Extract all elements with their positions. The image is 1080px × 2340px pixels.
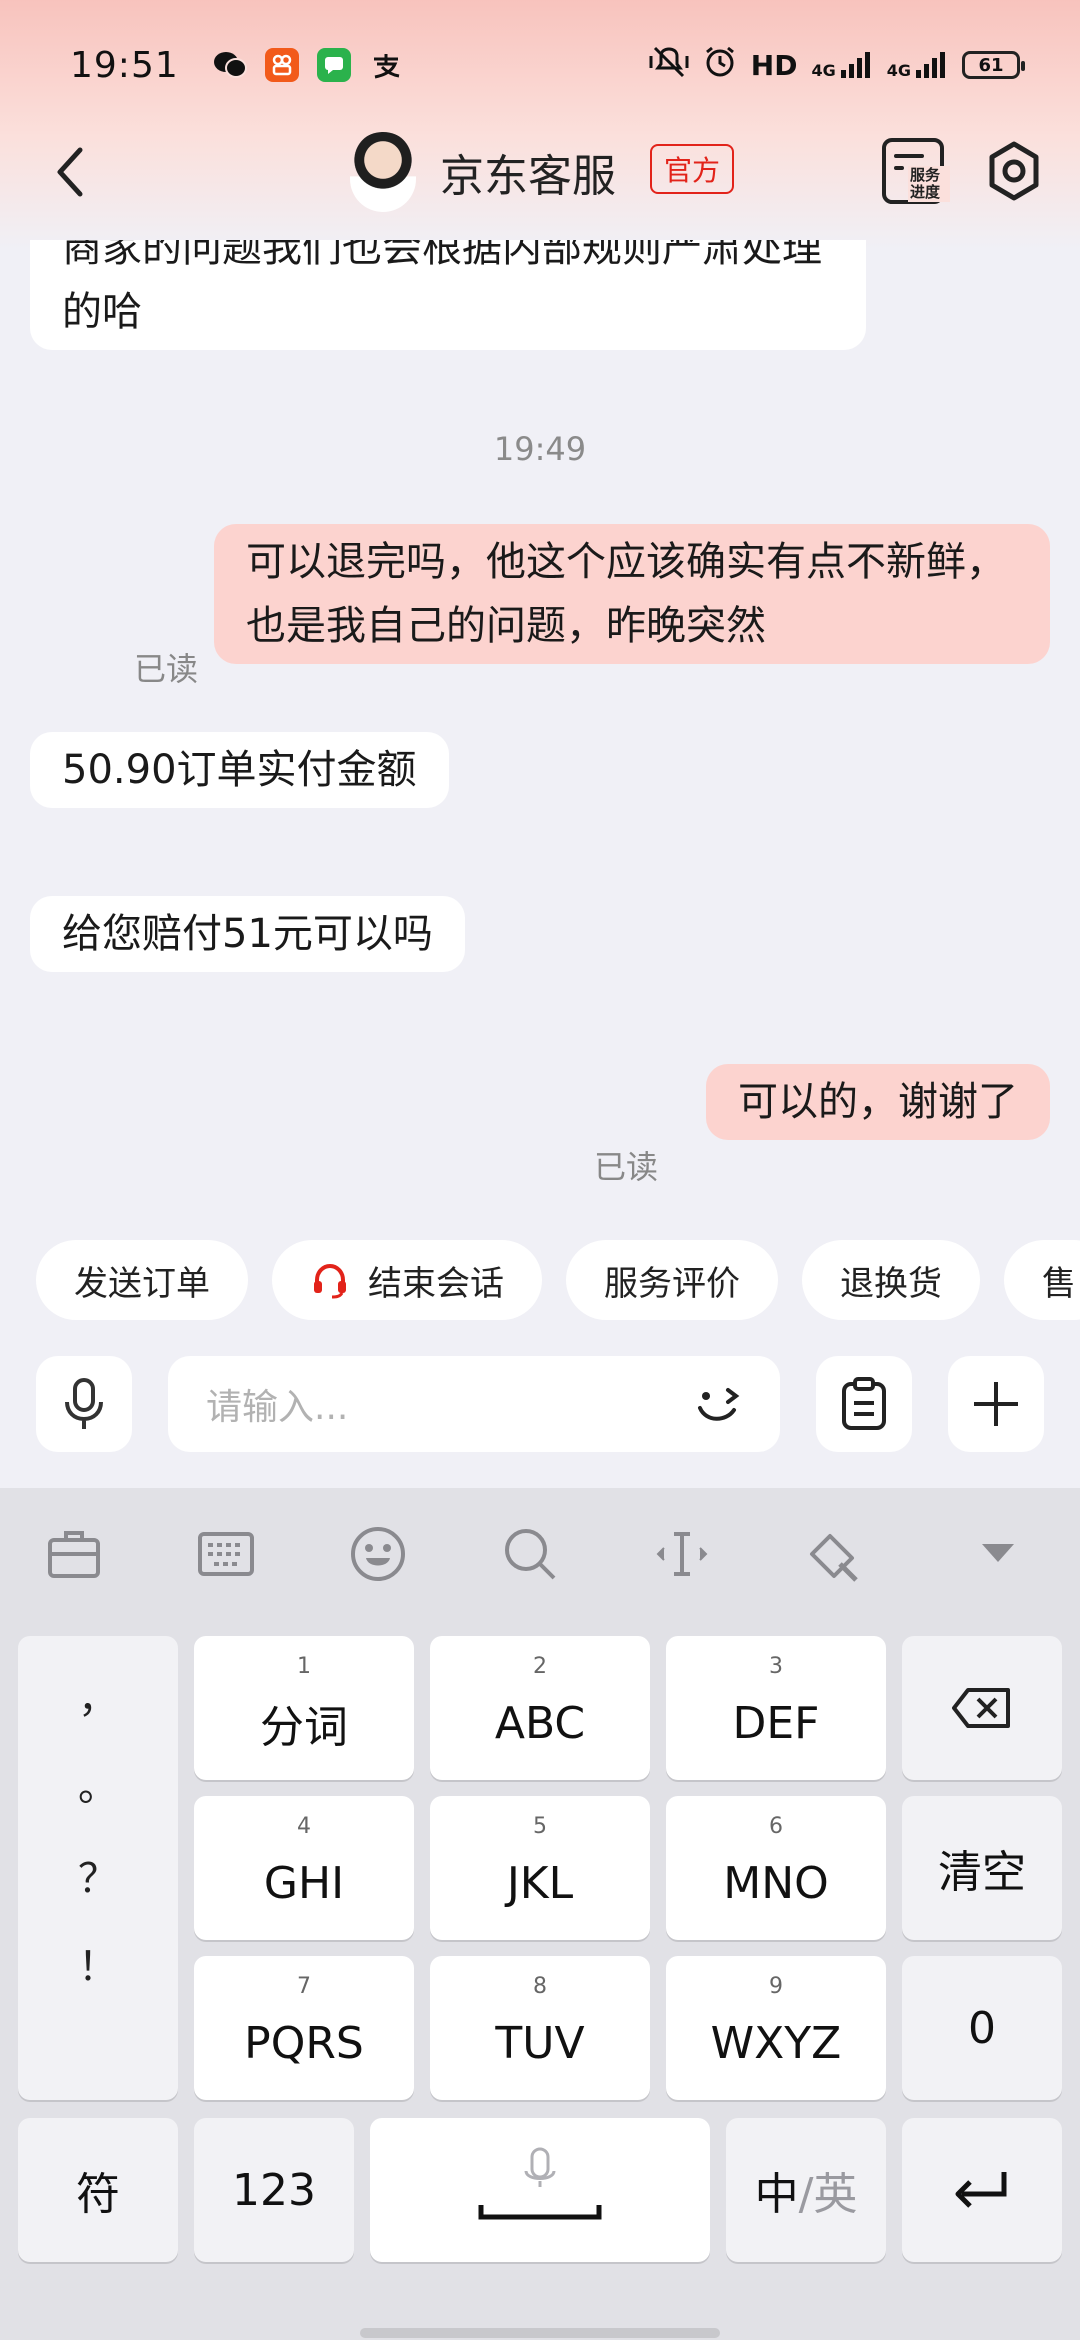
collapse-keyboard-icon[interactable]	[968, 1524, 1028, 1584]
emoji-icon[interactable]	[348, 1524, 408, 1584]
status-time: 19:51	[70, 44, 179, 86]
read-status: 已读	[134, 650, 199, 688]
cursor-move-icon[interactable]	[652, 1524, 712, 1584]
wink-face-icon	[698, 1388, 740, 1421]
video-app-icon	[264, 48, 299, 82]
read-status: 已读	[594, 1148, 659, 1186]
key-4-ghi[interactable]: 4 GHI	[194, 1796, 414, 1940]
agent-avatar[interactable]	[350, 132, 416, 212]
search-icon[interactable]	[500, 1524, 560, 1584]
message-bubble-user[interactable]: 可以的，谢谢了	[706, 1064, 1050, 1140]
key-3-def[interactable]: 3 DEF	[666, 1636, 886, 1780]
return-exchange-chip[interactable]: 退换货	[802, 1240, 980, 1320]
status-app-icons	[213, 48, 403, 82]
backspace-key[interactable]	[902, 1636, 1062, 1780]
clipboard-button[interactable]	[816, 1356, 912, 1452]
microphone-icon	[65, 1378, 103, 1429]
alipay-icon	[369, 48, 403, 82]
key-2-abc[interactable]: 2 ABC	[430, 1636, 650, 1780]
message-bubble-agent[interactable]: 商家的问题我们也会根据内部规则严肃处理的哈	[30, 240, 866, 350]
punct-exclaim-key[interactable]: ！	[18, 1934, 178, 1992]
hd-icon: HD	[750, 48, 798, 82]
key-7-pqrs[interactable]: 7 PQRS	[194, 1956, 414, 2100]
punctuation-column[interactable]: ， 。 ？ ！	[18, 1636, 178, 2100]
toolbox-icon[interactable]	[44, 1524, 104, 1584]
home-indicator[interactable]	[360, 2328, 720, 2338]
clear-key[interactable]: 清空	[902, 1796, 1062, 1940]
alarm-icon	[703, 45, 737, 86]
message-bubble-user[interactable]: 可以退完吗，他这个应该确实有点不新鲜，也是我自己的问题，昨晚突然	[214, 524, 1050, 664]
key-6-mno[interactable]: 6 MNO	[666, 1796, 886, 1940]
back-button[interactable]	[48, 144, 98, 200]
end-session-chip[interactable]: 结束会话	[272, 1240, 542, 1320]
after-sales-chip[interactable]: 售	[1004, 1240, 1080, 1320]
chat-messages[interactable]: 商家的问题我们也会根据内部规则严肃处理的哈 19:49 已读 可以退完吗，他这个…	[0, 240, 1080, 1210]
settings-button[interactable]	[984, 140, 1044, 202]
signal-icon: 4G	[811, 50, 872, 80]
signal-icon: 4G	[887, 50, 948, 80]
status-indicators: HD 4G 4G 61	[649, 45, 1025, 86]
message-timestamp: 19:49	[493, 430, 587, 468]
document-icon	[894, 154, 924, 158]
settings-icon	[989, 141, 1039, 201]
key-1-segment[interactable]: 1 分词	[194, 1636, 414, 1780]
battery-icon: 61	[962, 51, 1025, 79]
mute-vibrate-icon	[649, 46, 689, 85]
theme-brush-icon[interactable]	[804, 1524, 864, 1584]
punct-period-key[interactable]: 。	[18, 1754, 178, 1812]
backspace-icon	[952, 1688, 1010, 1728]
punct-comma-key[interactable]: ，	[18, 1666, 178, 1724]
voice-input-button[interactable]	[36, 1356, 132, 1452]
headset-icon	[314, 1263, 346, 1299]
clipboard-icon	[842, 1377, 886, 1430]
official-badge: 官方	[650, 144, 735, 194]
message-composer: 请输入...	[0, 1356, 1080, 1452]
enter-key[interactable]	[902, 2118, 1062, 2262]
space-key[interactable]	[370, 2118, 710, 2262]
message-bubble-agent[interactable]: 给您赔付51元可以吗	[30, 896, 465, 972]
service-progress-label: 服务进度	[908, 166, 950, 202]
keyboard-icon[interactable]	[196, 1524, 256, 1584]
keyboard-toolbar	[0, 1488, 1080, 1618]
key-5-jkl[interactable]: 5 JKL	[430, 1796, 650, 1940]
numbers-key[interactable]: 123	[194, 2118, 354, 2262]
more-options-button[interactable]	[948, 1356, 1044, 1452]
wechat-icon	[213, 48, 247, 82]
symbols-key[interactable]: 符	[18, 2118, 178, 2262]
punct-question-key[interactable]: ？	[18, 1846, 178, 1904]
send-order-chip[interactable]: 发送订单	[36, 1240, 248, 1320]
service-progress-button[interactable]: 服务进度	[882, 138, 950, 204]
key-8-tuv[interactable]: 8 TUV	[430, 1956, 650, 2100]
message-bubble-agent[interactable]: 50.90订单实付金额	[30, 732, 449, 808]
chat-header: 京东客服 官方 服务进度	[0, 120, 1080, 220]
end-session-label: 结束会话	[368, 1263, 504, 1304]
message-input-placeholder: 请输入...	[206, 1387, 349, 1428]
key-0[interactable]: 0	[902, 1956, 1062, 2100]
quick-actions[interactable]: 发送订单 结束会话 服务评价 退换货 售	[0, 1240, 1080, 1320]
emoji-button[interactable]	[692, 1376, 752, 1432]
plus-icon	[974, 1382, 1018, 1426]
language-switch-key[interactable]: 中 /英	[726, 2118, 886, 2262]
key-9-wxyz[interactable]: 9 WXYZ	[666, 1956, 886, 2100]
service-review-chip[interactable]: 服务评价	[566, 1240, 778, 1320]
status-bar: 19:51 HD 4G 4G 61	[0, 0, 1080, 130]
space-mic-icon	[478, 2147, 602, 2220]
page-title: 京东客服	[440, 151, 616, 202]
ime-keyboard[interactable]: ， 。 ？ ！ 1 分词 2 ABC 3 DEF 4 GHI 5 JKL 6 M…	[0, 1488, 1080, 2340]
message-input[interactable]: 请输入...	[168, 1356, 780, 1452]
message-icon	[316, 48, 351, 82]
return-icon	[955, 2172, 1007, 2208]
